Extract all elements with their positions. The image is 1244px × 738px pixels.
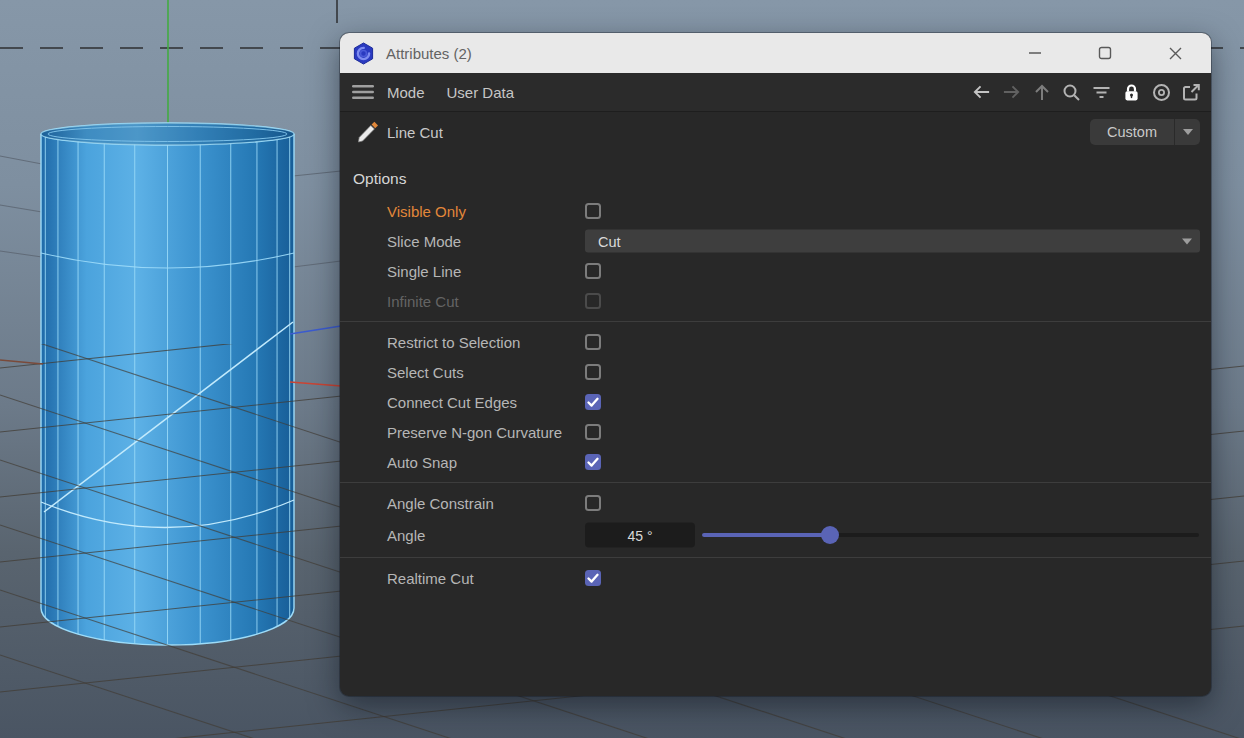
- search-icon[interactable]: [1062, 83, 1081, 102]
- checkbox-single-line[interactable]: [585, 263, 601, 279]
- option-label: Select Cuts: [387, 364, 464, 381]
- slider-handle[interactable]: [821, 526, 839, 544]
- option-row-restrict-to-selection: Restrict to Selection: [340, 327, 1211, 357]
- dropdown-slice-mode[interactable]: Cut: [585, 230, 1200, 253]
- dropdown-value: Cut: [598, 233, 1182, 249]
- options-section-header: Options: [353, 166, 1211, 192]
- option-row-connect-cut-edges: Connect Cut Edges: [340, 387, 1211, 417]
- separator: [340, 557, 1211, 558]
- option-row-angle-constrain: Angle Constrain: [340, 488, 1211, 518]
- window-title: Attributes (2): [386, 45, 472, 62]
- checkbox-realtime-cut[interactable]: [585, 570, 601, 586]
- option-row-slice-mode: Slice Mode Cut: [340, 226, 1211, 256]
- target-record-icon[interactable]: [1152, 83, 1171, 102]
- checkbox-visible-only[interactable]: [585, 203, 601, 219]
- value-field-angle[interactable]: 45 °: [585, 523, 695, 548]
- open-external-icon[interactable]: [1182, 83, 1201, 102]
- option-label: Infinite Cut: [387, 293, 459, 310]
- checkbox-infinite-cut: [585, 293, 601, 309]
- checkbox-auto-snap[interactable]: [585, 454, 601, 470]
- option-row-select-cuts: Select Cuts: [340, 357, 1211, 387]
- tool-name: Line Cut: [387, 124, 443, 141]
- forward-arrow-icon[interactable]: [1002, 83, 1021, 102]
- preset-label: Custom: [1090, 124, 1174, 140]
- titlebar[interactable]: Attributes (2): [340, 33, 1211, 73]
- slider-angle[interactable]: [702, 526, 1199, 544]
- chevron-down-icon: [1182, 238, 1192, 244]
- checkbox-connect-cut-edges[interactable]: [585, 394, 601, 410]
- option-row-angle: Angle 45 °: [340, 518, 1211, 552]
- separator: [340, 321, 1211, 322]
- menubar: Mode User Data: [340, 73, 1211, 112]
- back-arrow-icon[interactable]: [972, 83, 991, 102]
- minimize-button[interactable]: [1013, 33, 1057, 73]
- option-label: Auto Snap: [387, 454, 457, 471]
- up-arrow-icon[interactable]: [1032, 83, 1051, 102]
- preset-dropdown[interactable]: Custom: [1090, 119, 1200, 145]
- option-row-visible-only: Visible Only: [340, 196, 1211, 226]
- option-label: Realtime Cut: [387, 570, 474, 587]
- lock-icon[interactable]: [1122, 83, 1141, 102]
- filter-icon[interactable]: [1092, 83, 1111, 102]
- option-label: Angle: [387, 527, 425, 544]
- option-label: Slice Mode: [387, 233, 461, 250]
- attributes-window: Attributes (2) Mode User Data: [340, 33, 1211, 696]
- option-row-realtime-cut: Realtime Cut: [340, 563, 1211, 593]
- separator: [340, 482, 1211, 483]
- options-section: Options Visible Only Slice Mode Cut Single …: [340, 166, 1211, 593]
- checkbox-angle-constrain[interactable]: [585, 495, 601, 511]
- option-label: Angle Constrain: [387, 495, 494, 512]
- maximize-button[interactable]: [1083, 33, 1127, 73]
- tool-header: Line Cut Custom: [340, 112, 1211, 152]
- checkbox-select-cuts[interactable]: [585, 364, 601, 380]
- menu-mode[interactable]: Mode: [387, 84, 425, 101]
- knife-icon: [355, 119, 381, 149]
- hamburger-menu-icon[interactable]: [352, 83, 374, 101]
- checkbox-preserve-n-gon-curvature[interactable]: [585, 424, 601, 440]
- option-label: Single Line: [387, 263, 461, 280]
- option-label: Restrict to Selection: [387, 334, 520, 351]
- option-label: Preserve N-gon Curvature: [387, 424, 562, 441]
- checkbox-restrict-to-selection[interactable]: [585, 334, 601, 350]
- chevron-down-icon: [1175, 129, 1200, 135]
- option-label: Connect Cut Edges: [387, 394, 517, 411]
- option-row-infinite-cut: Infinite Cut: [340, 286, 1211, 316]
- menu-user-data[interactable]: User Data: [447, 84, 515, 101]
- option-row-preserve-n-gon-curvature: Preserve N-gon Curvature: [340, 417, 1211, 447]
- close-button[interactable]: [1153, 33, 1197, 73]
- option-row-single-line: Single Line: [340, 256, 1211, 286]
- option-label: Visible Only: [387, 203, 466, 220]
- app-icon: [352, 42, 375, 65]
- option-row-auto-snap: Auto Snap: [340, 447, 1211, 477]
- slider-fill: [702, 533, 830, 537]
